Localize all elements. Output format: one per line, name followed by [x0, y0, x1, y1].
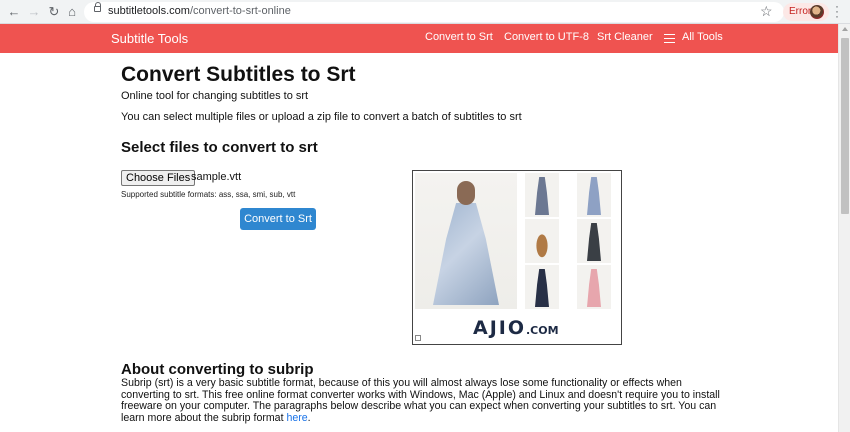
ad-thumb-1[interactable] — [525, 173, 559, 217]
reload-icon[interactable]: ↻ — [46, 4, 62, 20]
about-tail: . — [307, 411, 311, 424]
ad-logo-text: AJIO — [473, 317, 526, 339]
error-label: Error — [789, 6, 812, 17]
ad-thumb-figure — [535, 177, 549, 215]
ad-thumb-3[interactable] — [525, 219, 559, 263]
back-arrow-icon[interactable]: ← — [6, 4, 22, 20]
page-title: Convert Subtitles to Srt — [121, 63, 356, 86]
subrip-format-link[interactable]: here — [286, 412, 307, 424]
ad-thumb-5[interactable] — [525, 265, 559, 309]
ad-hero-image[interactable] — [415, 173, 517, 309]
page-scrollbar[interactable] — [838, 24, 850, 432]
ad-logo-suffix: .COM — [526, 324, 559, 337]
browser-toolbar: ← → ↻ ⌂ subtitletools.com/convert-to-srt… — [0, 0, 850, 24]
page-description: You can select multiple files or upload … — [121, 111, 522, 123]
scroll-up-arrow-icon[interactable] — [842, 27, 848, 31]
ad-logo[interactable]: AJIO.COM — [473, 317, 559, 339]
ad-thumb-figure — [587, 223, 601, 261]
star-icon[interactable]: ☆ — [760, 3, 773, 20]
selected-file-name: sample.vtt — [191, 171, 242, 183]
scroll-thumb[interactable] — [841, 38, 849, 214]
nav-srt-cleaner[interactable]: Srt Cleaner — [597, 31, 653, 43]
convert-to-srt-button[interactable]: Convert to Srt — [240, 208, 316, 230]
nav-convert-to-utf8[interactable]: Convert to UTF-8 — [504, 31, 589, 43]
advertisement[interactable]: AJIO.COM — [412, 170, 622, 345]
choose-files-button[interactable]: Choose Files — [121, 170, 196, 186]
about-paragraph: Subrip (srt) is a very basic subtitle fo… — [121, 377, 721, 424]
hamburger-icon[interactable] — [664, 34, 675, 43]
home-icon[interactable]: ⌂ — [64, 4, 80, 20]
ad-thumb-figure — [587, 177, 601, 215]
ad-thumb-4[interactable] — [577, 219, 611, 263]
ad-thumb-figure — [587, 269, 601, 307]
ad-info-icon[interactable] — [415, 335, 421, 341]
nav-convert-to-srt[interactable]: Convert to Srt — [425, 31, 493, 43]
ad-thumb-2[interactable] — [577, 173, 611, 217]
ad-thumb-figure — [535, 269, 549, 307]
page-subtitle: Online tool for changing subtitles to sr… — [121, 90, 309, 102]
section-title: Select files to convert to srt — [121, 139, 318, 156]
nav-all-tools[interactable]: All Tools — [682, 31, 723, 43]
avatar[interactable] — [810, 5, 824, 19]
url-host: subtitletools.com — [108, 5, 190, 17]
ad-thumb-6[interactable] — [577, 265, 611, 309]
lock-icon[interactable] — [94, 2, 101, 12]
ad-dress-shape — [433, 203, 499, 305]
site-header: Subtitle Tools Convert to Srt Convert to… — [0, 24, 838, 53]
about-text: Subrip (srt) is a very basic subtitle fo… — [121, 377, 720, 424]
forward-arrow-icon[interactable]: → — [26, 4, 42, 20]
url-path: /convert-to-srt-online — [189, 5, 291, 17]
more-vert-icon[interactable]: · · · — [834, 0, 840, 22]
url-text[interactable]: subtitletools.com/convert-to-srt-online — [108, 5, 291, 17]
about-title: About converting to subrip — [121, 361, 314, 378]
ad-thumb-figure — [536, 234, 548, 258]
supported-formats-text: Supported subtitle formats: ass, ssa, sm… — [121, 190, 296, 199]
ad-model-head — [457, 181, 475, 205]
brand-link[interactable]: Subtitle Tools — [111, 31, 188, 46]
